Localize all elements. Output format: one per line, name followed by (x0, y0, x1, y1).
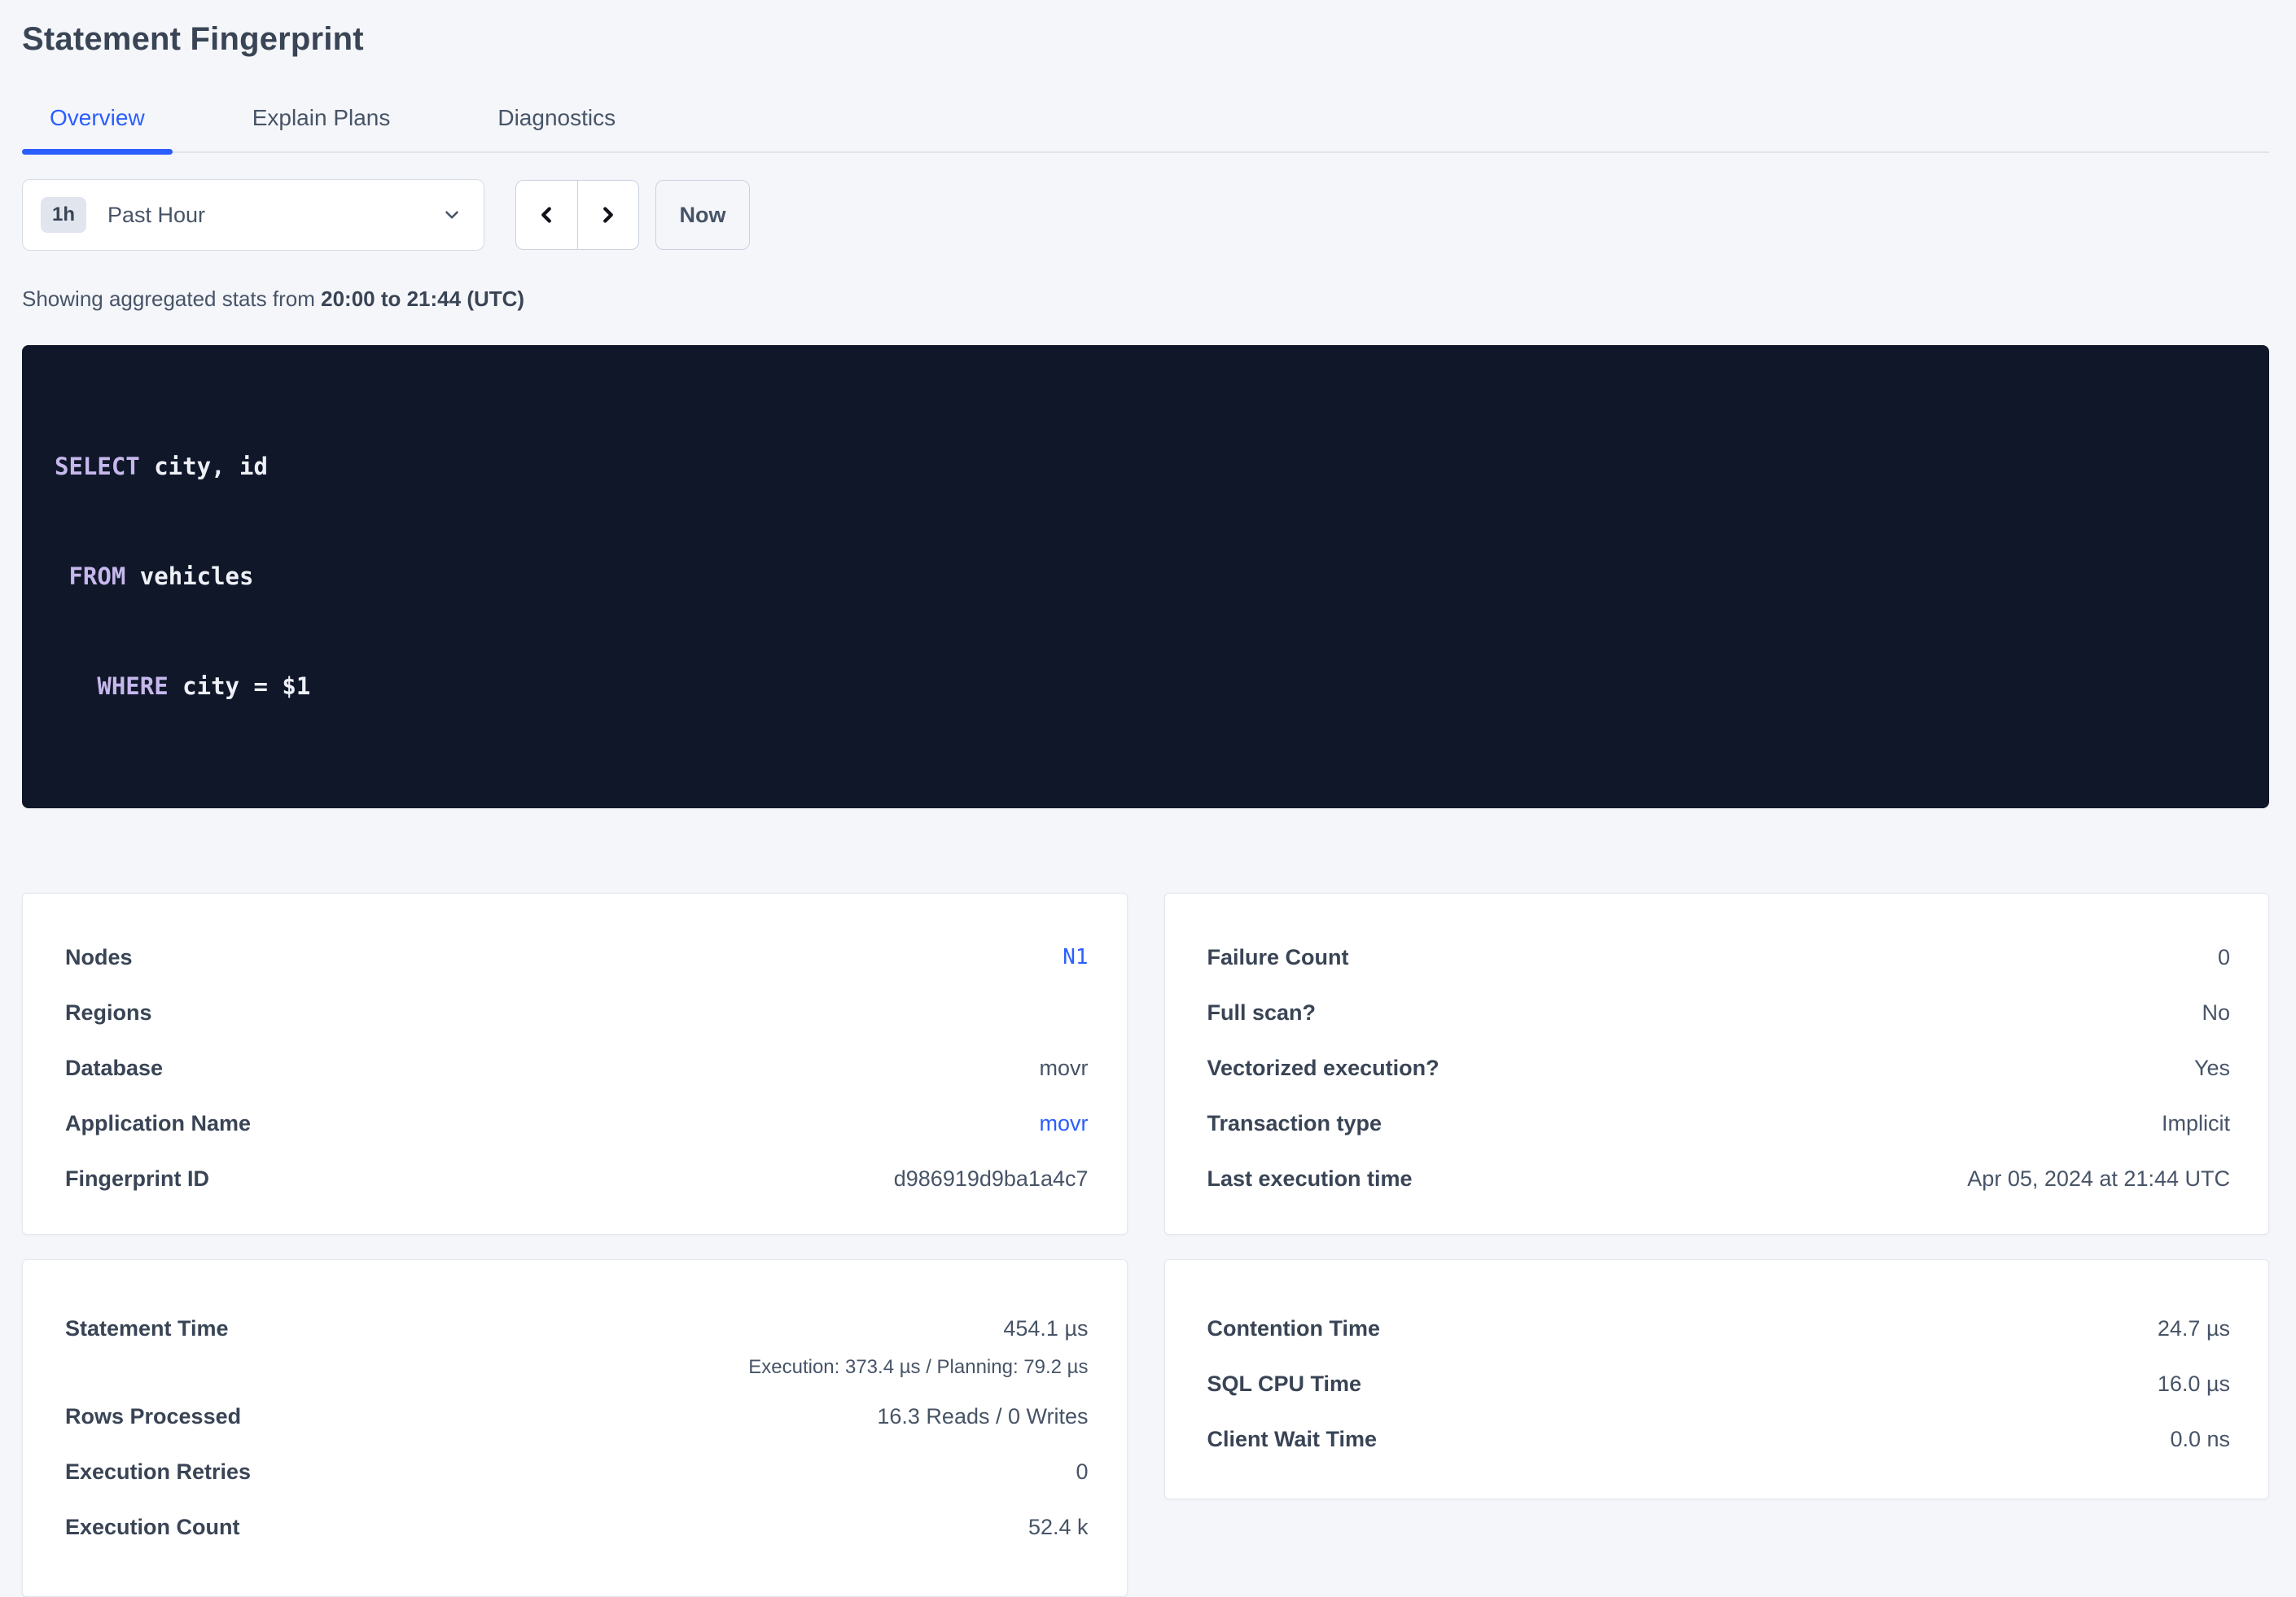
application-name-link[interactable]: movr (1040, 1111, 1089, 1136)
row-label: Execution Count (65, 1515, 240, 1540)
stat-row-execution-count: Execution Count 52.4 k (65, 1499, 1089, 1555)
chevron-down-icon (441, 204, 462, 225)
active-tab-underline (22, 149, 173, 155)
row-value: 16.3 Reads / 0 Writes (877, 1404, 1088, 1429)
row-label: Nodes (65, 945, 133, 970)
stat-row-client-wait-time: Client Wait Time 0.0 ns (1207, 1411, 2231, 1467)
row-value: movr (1040, 1056, 1089, 1081)
chevron-right-icon (596, 203, 620, 227)
tab-bar: Overview Explain Plans Diagnostics (22, 85, 2269, 153)
row-value: d986919d9ba1a4c7 (894, 1166, 1089, 1192)
sql-statement-box: SELECT city, id FROM vehicles WHERE city… (22, 345, 2269, 808)
statement-fingerprint-page: Statement Fingerprint Overview Explain P… (0, 18, 2296, 1597)
row-label: Rows Processed (65, 1404, 241, 1429)
sql-line: SELECT city, id (55, 448, 2237, 485)
tab-explain-plans-label: Explain Plans (252, 105, 391, 131)
row-value: 16.0 µs (2158, 1372, 2230, 1397)
stats-card-left: Statement Time 454.1 µs Execution: 373.4… (22, 1259, 1128, 1597)
row-label: Execution Retries (65, 1459, 251, 1485)
row-label: SQL CPU Time (1207, 1372, 1362, 1397)
row-value: 0 (2218, 945, 2230, 970)
time-range-dropdown[interactable]: 1h Past Hour (22, 179, 484, 251)
time-range-badge: 1h (41, 197, 86, 233)
sql-keyword: FROM (68, 562, 125, 590)
stat-row-contention-time: Contention Time 24.7 µs (1207, 1301, 2231, 1356)
detail-row-last-execution-time: Last execution time Apr 05, 2024 at 21:4… (1207, 1151, 2231, 1206)
sql-line: WHERE city = $1 (55, 668, 2237, 705)
row-label: Statement Time (65, 1316, 229, 1341)
row-value: Apr 05, 2024 at 21:44 UTC (1967, 1166, 2230, 1192)
summary-cards-grid: Nodes N1 Regions Database movr Applicati… (22, 893, 2269, 1597)
previous-range-button[interactable] (516, 181, 578, 249)
detail-row-vectorized-execution: Vectorized execution? Yes (1207, 1040, 2231, 1096)
details-card-right: Failure Count 0 Full scan? No Vectorized… (1164, 893, 2270, 1235)
next-range-button[interactable] (578, 181, 639, 249)
row-value: Yes (2194, 1056, 2230, 1081)
row-label: Client Wait Time (1207, 1427, 1378, 1452)
detail-row-fingerprint-id: Fingerprint ID d986919d9ba1a4c7 (65, 1151, 1089, 1206)
detail-row-transaction-type: Transaction type Implicit (1207, 1096, 2231, 1151)
stat-row-execution-retries: Execution Retries 0 (65, 1444, 1089, 1499)
statement-time-breakdown: Execution: 373.4 µs / Planning: 79.2 µs (65, 1356, 1089, 1389)
row-value: 52.4 k (1028, 1515, 1089, 1540)
row-label: Vectorized execution? (1207, 1056, 1439, 1081)
row-label: Transaction type (1207, 1111, 1382, 1136)
detail-row-nodes: Nodes N1 (65, 930, 1089, 985)
row-value: 0.0 ns (2170, 1427, 2230, 1452)
stat-row-sql-cpu-time: SQL CPU Time 16.0 µs (1207, 1356, 2231, 1411)
detail-row-database: Database movr (65, 1040, 1089, 1096)
sql-keyword: WHERE (97, 672, 168, 700)
row-label: Failure Count (1207, 945, 1349, 970)
time-picker-toolbar: 1h Past Hour Now (22, 179, 2269, 251)
row-label: Full scan? (1207, 1000, 1317, 1026)
row-value: Implicit (2162, 1111, 2230, 1136)
sql-line: FROM vehicles (55, 558, 2237, 595)
aggregated-stats-prefix: Showing aggregated stats from (22, 287, 321, 311)
detail-row-failure-count: Failure Count 0 (1207, 930, 2231, 985)
tab-explain-plans[interactable]: Explain Plans (225, 85, 418, 151)
row-value: 454.1 µs (1003, 1316, 1088, 1341)
time-range-selected-label: Past Hour (107, 203, 205, 228)
detail-row-application-name: Application Name movr (65, 1096, 1089, 1151)
tab-diagnostics[interactable]: Diagnostics (470, 85, 643, 151)
node-link[interactable]: N1 (1063, 945, 1088, 969)
time-range-pager (515, 180, 639, 250)
stats-card-right: Contention Time 24.7 µs SQL CPU Time 16.… (1164, 1259, 2270, 1499)
row-value: 24.7 µs (2158, 1316, 2230, 1341)
row-label: Application Name (65, 1111, 251, 1136)
aggregated-stats-range: 20:00 to 21:44 (UTC) (321, 287, 524, 311)
row-value: No (2202, 1000, 2230, 1026)
sql-keyword: SELECT (55, 453, 140, 480)
stat-row-rows-processed: Rows Processed 16.3 Reads / 0 Writes (65, 1389, 1089, 1444)
now-button[interactable]: Now (655, 180, 750, 250)
detail-row-full-scan: Full scan? No (1207, 985, 2231, 1040)
row-label: Regions (65, 1000, 152, 1026)
tab-overview[interactable]: Overview (22, 85, 173, 151)
details-card-left: Nodes N1 Regions Database movr Applicati… (22, 893, 1128, 1235)
tab-overview-label: Overview (50, 105, 145, 131)
page-title: Statement Fingerprint (22, 18, 2269, 60)
tab-diagnostics-label: Diagnostics (497, 105, 616, 131)
row-label: Database (65, 1056, 163, 1081)
chevron-left-icon (534, 203, 559, 227)
aggregated-stats-line: Showing aggregated stats from 20:00 to 2… (22, 287, 2269, 311)
stat-row-statement-time: Statement Time 454.1 µs (65, 1301, 1089, 1356)
row-label: Contention Time (1207, 1316, 1381, 1341)
row-label: Fingerprint ID (65, 1166, 209, 1192)
row-value: 0 (1076, 1459, 1088, 1485)
detail-row-regions: Regions (65, 985, 1089, 1040)
row-label: Last execution time (1207, 1166, 1413, 1192)
